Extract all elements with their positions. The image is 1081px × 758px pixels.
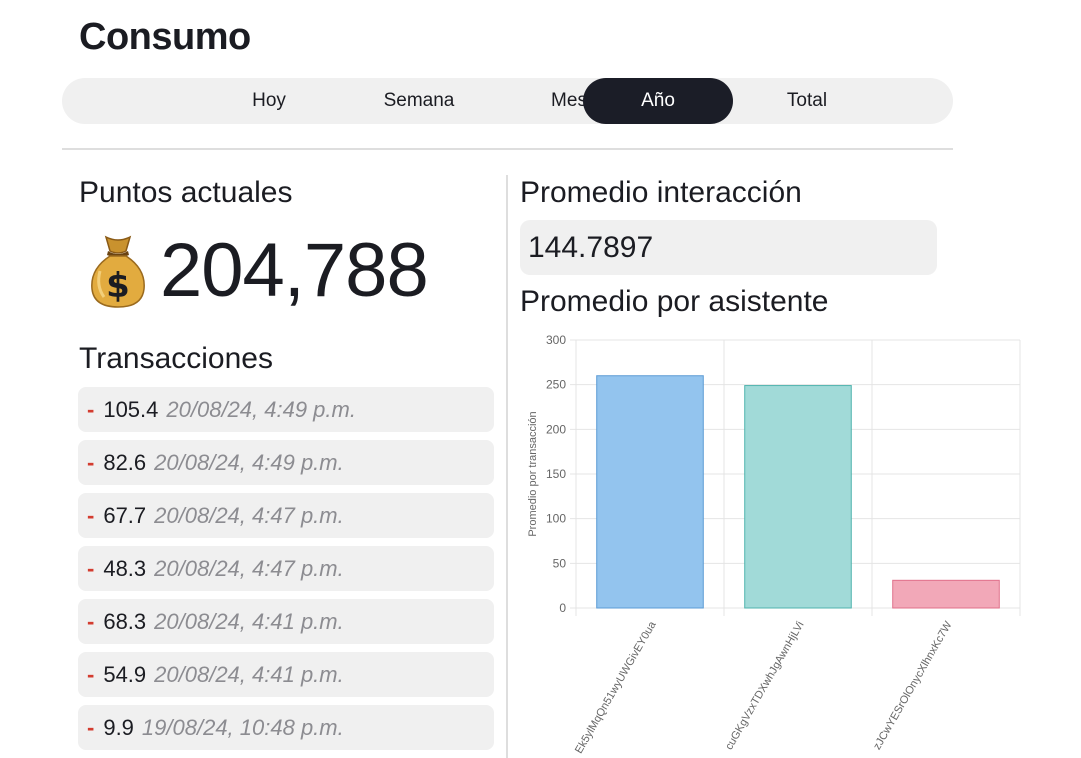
interaction-value-box: 144.7897 [520,220,937,275]
header-divider [62,148,953,150]
transaction-date: 19/08/24, 10:48 p.m. [141,714,344,740]
chart-y-tick-label: 100 [546,512,566,526]
transaction-amount: 82.6 [103,449,147,475]
chart-x-tick-label: Ek5ylMqQn51wyUWGivEY0ua [573,619,659,756]
column-divider [506,175,508,758]
transaction-date: 20/08/24, 4:47 p.m. [154,502,344,528]
transaction-sign: - [87,714,95,740]
assistant-average-title: Promedio por asistente [520,285,829,318]
transaction-sign: - [87,555,95,581]
transaction-amount: 105.4 [103,396,159,422]
chart-y-tick-label: 250 [546,378,566,392]
transaction-item: - 68.3 20/08/24, 4:41 p.m. [78,599,494,644]
transaction-item: - 82.6 20/08/24, 4:49 p.m. [78,440,494,485]
transaction-date: 20/08/24, 4:47 p.m. [154,555,344,581]
transaction-sign: - [87,449,95,475]
transactions-title: Transacciones [79,342,273,375]
chart-y-axis-label: Promedio por transacción [527,411,539,536]
svg-text:$: $ [106,266,130,306]
tab-total[interactable]: Total [732,78,882,124]
chart-y-tick-label: 300 [546,333,566,347]
transaction-sign: - [87,502,95,528]
transaction-amount: 67.7 [103,502,147,528]
transaction-item: - 54.9 20/08/24, 4:41 p.m. [78,652,494,697]
chart-bar [596,375,704,609]
tab-ano[interactable]: Año [583,78,733,124]
transaction-sign: - [87,661,95,687]
transaction-date: 20/08/24, 4:41 p.m. [154,661,344,687]
consumption-page: Consumo Hoy Semana Mes Año Total Puntos … [0,0,1081,758]
money-bag-icon: $ [91,235,145,308]
page-title: Consumo [79,16,251,58]
chart-x-tick-label: cuGKgVzxTDXwhJgAwnHjLVi [723,620,806,753]
transaction-sign: - [87,608,95,634]
chart-bar [744,385,852,609]
transaction-item: - 48.3 20/08/24, 4:47 p.m. [78,546,494,591]
chart-x-tick-label: zJCwYESrOlOnycXlhnxKc7W [871,619,955,752]
chart-y-tick-label: 50 [553,556,567,570]
transaction-date: 20/08/24, 4:49 p.m. [154,449,344,475]
interaction-value: 144.7897 [528,230,654,264]
assistant-average-chart: 0 50 100 150 200 250 300 Promedio por transacci… [527,333,1021,756]
transaction-amount: 48.3 [103,555,147,581]
transaction-item: - 105.4 20/08/24, 4:49 p.m. [78,387,494,432]
chart-y-tick-label: 150 [546,467,566,481]
points-value: 204,788 [160,227,429,313]
transaction-amount: 54.9 [103,661,147,687]
transaction-amount: 9.9 [103,714,134,740]
transaction-item: - 67.7 20/08/24, 4:47 p.m. [78,493,494,538]
transaction-sign: - [87,396,95,422]
chart-y-tick-label: 200 [546,422,566,436]
transaction-date: 20/08/24, 4:41 p.m. [154,608,344,634]
transaction-amount: 68.3 [103,608,147,634]
period-tabs: Hoy Semana Mes Año Total [62,78,953,124]
chart-bar [892,579,1000,609]
tab-semana[interactable]: Semana [344,78,494,124]
points-title: Puntos actuales [79,176,293,209]
transaction-item: - 9.9 19/08/24, 10:48 p.m. [78,705,494,750]
tab-hoy[interactable]: Hoy [194,78,344,124]
points-display: $ 204,788 [86,227,429,313]
chart-y-tick-label: 0 [559,601,566,615]
transaction-date: 20/08/24, 4:49 p.m. [166,396,356,422]
interaction-title: Promedio interacción [520,176,802,209]
